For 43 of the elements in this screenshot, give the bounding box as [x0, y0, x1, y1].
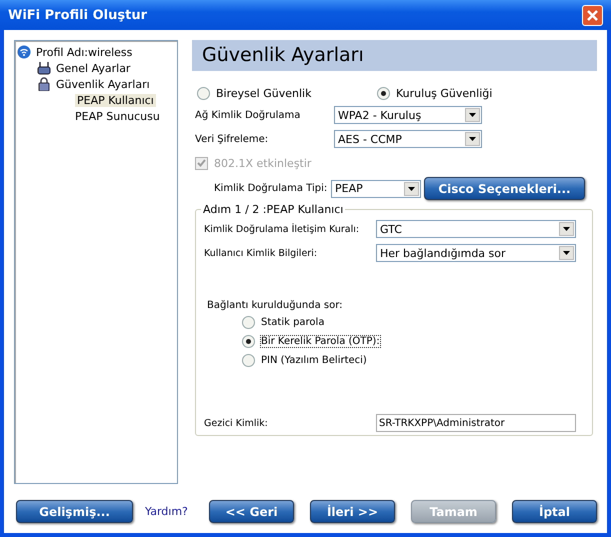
- field-label: Kullanıcı Kimlik Bilgileri:: [204, 248, 318, 258]
- radio-button[interactable]: [242, 354, 255, 367]
- radio-button[interactable]: [242, 335, 255, 348]
- radio-label: PIN (Yazılım Belirteci): [261, 355, 367, 366]
- field-label: Kimlik Doğrulama Tipi:: [213, 183, 328, 194]
- router-icon: [37, 61, 51, 75]
- field-label: Veri Şifreleme:: [194, 134, 270, 144]
- field-label: Ağ Kimlik Doğrulama: [194, 110, 302, 120]
- enable-8021x-label: 802.1X etkinleştir: [195, 156, 597, 170]
- input-field[interactable]: SR-TRKXPP\Administrator: [376, 414, 576, 432]
- dropdown[interactable]: AES - CCMP: [334, 130, 482, 148]
- section-heading: Güvenlik Ayarları: [192, 40, 597, 71]
- tree-item[interactable]: Güvenlik Ayarları: [56, 78, 150, 90]
- close-button[interactable]: [582, 4, 603, 26]
- advanced-button[interactable]: Gelişmiş...: [16, 500, 133, 523]
- radio-label: Bir Kerelik Parola (OTP):: [261, 336, 380, 347]
- cisco-options-button[interactable]: Cisco Seçenekleri...: [424, 177, 585, 200]
- tree-item[interactable]: PEAP Kullanıcı: [75, 94, 156, 106]
- radio-label: Bireysel Güvenlik: [216, 87, 312, 100]
- dropdown[interactable]: PEAP: [331, 180, 421, 198]
- wireless-icon: [17, 45, 31, 59]
- radio-button[interactable]: [197, 87, 210, 100]
- dropdown[interactable]: GTC: [376, 220, 576, 238]
- radio-label: Kuruluş Güvenliği: [396, 87, 492, 100]
- dropdown[interactable]: Her bağlandığımda sor: [376, 244, 576, 262]
- radio-label: Statik parola: [261, 317, 324, 328]
- tree-item[interactable]: Genel Ayarlar: [56, 62, 130, 74]
- lock-icon: [37, 77, 51, 91]
- radio-button[interactable]: [242, 316, 255, 329]
- dialog-button[interactable]: << Geri: [209, 500, 294, 523]
- field-label: Gezici Kimlik:: [204, 418, 269, 428]
- dialog-button[interactable]: İptal: [512, 500, 597, 523]
- tree-item[interactable]: PEAP Sunucusu: [75, 110, 160, 122]
- tree-item[interactable]: Profil Adı:wireless: [36, 46, 132, 58]
- radio-button[interactable]: [377, 87, 390, 100]
- help-link[interactable]: Yardım?: [145, 505, 188, 518]
- close-icon: [586, 8, 599, 22]
- group-title: Adım 1 / 2 :PEAP Kullanıcı: [202, 203, 344, 216]
- dropdown[interactable]: WPA2 - Kuruluş: [334, 106, 482, 124]
- window-title: WiFi Profili Oluştur: [8, 8, 147, 22]
- dialog-button[interactable]: İleri >>: [310, 500, 395, 523]
- prompt-label: Bağlantı kurulduğunda sor:: [207, 300, 344, 311]
- field-label: Kimlik Doğrulama İletişim Kuralı:: [204, 224, 360, 234]
